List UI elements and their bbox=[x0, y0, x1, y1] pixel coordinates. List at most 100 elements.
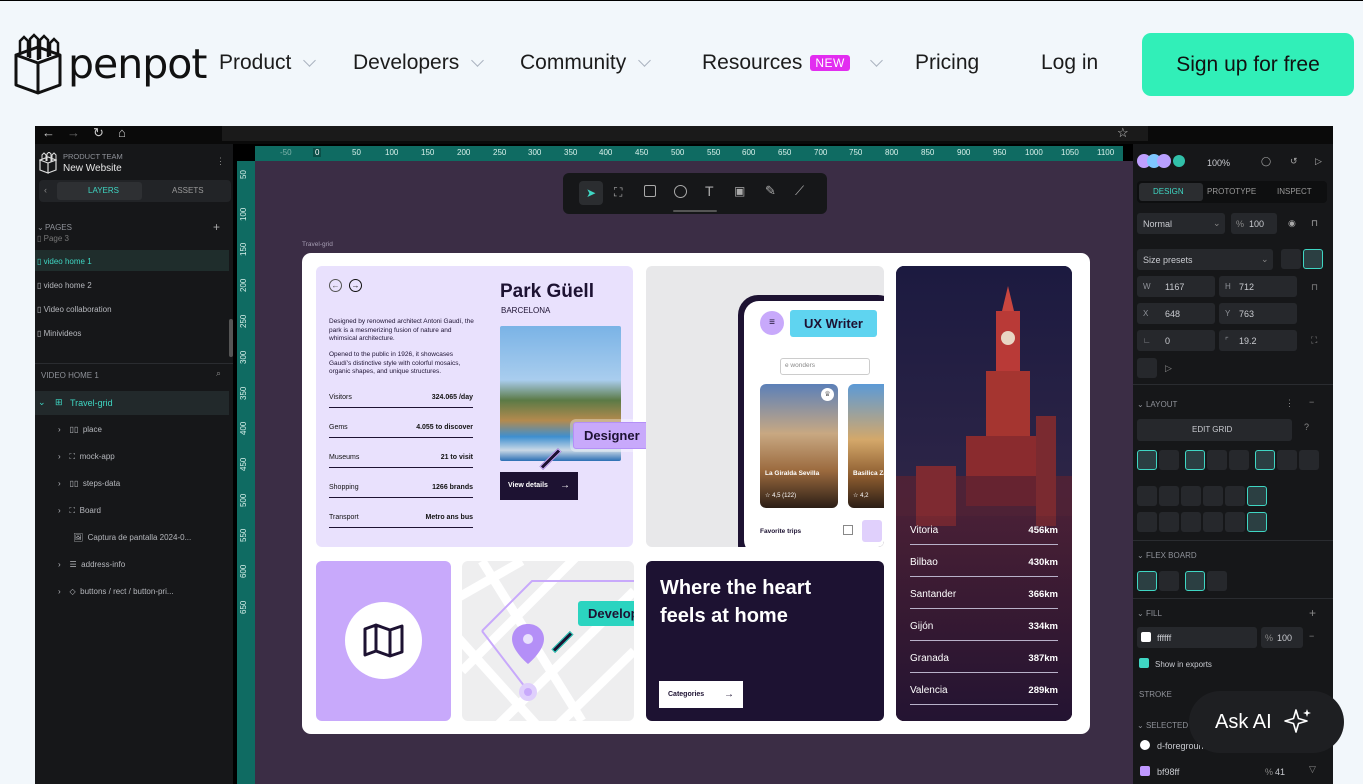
grid-align-icon[interactable] bbox=[1225, 512, 1245, 532]
more-icon[interactable]: ⋮ bbox=[1285, 398, 1294, 409]
add-page-icon[interactable]: + bbox=[213, 220, 220, 234]
nav-pricing[interactable]: Pricing bbox=[915, 51, 979, 75]
landscape-icon[interactable] bbox=[1303, 249, 1323, 269]
grid-align-icon[interactable] bbox=[1181, 512, 1201, 532]
layer-item[interactable]: › ⛶ mock-app bbox=[58, 452, 115, 462]
grid-align-icon[interactable] bbox=[1225, 486, 1245, 506]
layer-item[interactable]: › ▯▯ steps-data bbox=[58, 479, 120, 488]
view-details-button[interactable]: View details → bbox=[500, 472, 578, 500]
fill-opacity-input[interactable]: % 100 bbox=[1261, 627, 1303, 648]
scrollbar[interactable] bbox=[229, 319, 233, 357]
comments-icon[interactable]: ◯ bbox=[1261, 156, 1271, 167]
show-exports-checkbox[interactable] bbox=[1139, 658, 1149, 668]
arrow-right-icon[interactable]: → bbox=[349, 279, 362, 292]
grid-align-icon[interactable] bbox=[1247, 512, 1267, 532]
chevron-down-icon[interactable]: ⌄ bbox=[38, 397, 46, 408]
nav-community[interactable]: Community bbox=[520, 51, 652, 75]
layer-item-selected[interactable] bbox=[35, 391, 229, 415]
select-color-icon[interactable]: ▽ bbox=[1309, 764, 1316, 775]
text-tool-icon[interactable]: T bbox=[705, 183, 714, 199]
page-item[interactable]: ▯ Minivideos bbox=[37, 329, 81, 338]
star-icon[interactable]: ☆ bbox=[1117, 126, 1129, 140]
justify-end-icon[interactable] bbox=[1299, 450, 1319, 470]
fix-width-icon[interactable] bbox=[1137, 571, 1157, 591]
grid-align-icon[interactable] bbox=[1247, 486, 1267, 506]
back-icon[interactable]: ← bbox=[42, 126, 55, 140]
color-swatch[interactable] bbox=[1140, 740, 1150, 750]
mock-app-card[interactable]: ≡ UX Writer e wonders ♕ La Giralda Sevil… bbox=[646, 266, 884, 547]
lock-ratio-icon[interactable]: ⊓ bbox=[1311, 282, 1318, 293]
grid-align-icon[interactable] bbox=[1137, 486, 1157, 506]
board-tool-icon[interactable]: ⛶ bbox=[614, 185, 622, 200]
menu-icon[interactable]: ≡ bbox=[760, 311, 784, 335]
rectangle-tool-icon[interactable] bbox=[644, 185, 656, 197]
url-bar[interactable] bbox=[222, 126, 1148, 141]
grid-align-icon[interactable] bbox=[1181, 486, 1201, 506]
remove-icon[interactable]: − bbox=[1309, 397, 1314, 407]
page-item[interactable]: ▯ Page 3 bbox=[37, 234, 69, 243]
fix-height-icon[interactable] bbox=[1185, 571, 1205, 591]
arrow-left-icon[interactable]: ← bbox=[329, 279, 342, 292]
map-icon-card[interactable] bbox=[316, 561, 451, 721]
portrait-icon[interactable] bbox=[1281, 249, 1301, 269]
radius-input[interactable]: ⌜ 19.2 bbox=[1219, 330, 1297, 351]
clip-content-icon[interactable] bbox=[1137, 358, 1157, 378]
opacity-input[interactable]: % 100 bbox=[1231, 213, 1277, 234]
grid-view-icon[interactable] bbox=[862, 520, 882, 542]
tab-assets[interactable]: ASSETS bbox=[172, 186, 204, 195]
align-center-icon[interactable] bbox=[1207, 450, 1227, 470]
zoom-level[interactable]: 100% bbox=[1207, 158, 1230, 168]
avatar[interactable] bbox=[1157, 154, 1171, 168]
grid-align-icon[interactable] bbox=[1159, 512, 1179, 532]
page-item[interactable]: ▯ video home 2 bbox=[37, 281, 92, 290]
tab-inspect[interactable]: INSPECT bbox=[1277, 187, 1312, 196]
categories-button[interactable]: Categories → bbox=[659, 681, 743, 708]
direction-row-icon[interactable] bbox=[1137, 450, 1157, 470]
pointer-tool-icon[interactable]: ➤ bbox=[579, 181, 603, 205]
width-input[interactable]: W 1167 bbox=[1137, 276, 1215, 297]
history-icon[interactable]: ↺ bbox=[1290, 156, 1298, 167]
eye-icon[interactable]: ◉ bbox=[1288, 218, 1296, 229]
lock-icon[interactable]: ⊓ bbox=[1311, 218, 1318, 229]
place-tile[interactable]: Basilica Zaragoza ☆ 4,2 bbox=[848, 384, 884, 508]
toolbar-handle[interactable] bbox=[673, 210, 717, 212]
size-presets-select[interactable]: Size presets ⌄ bbox=[1137, 249, 1273, 270]
board-label[interactable]: Travel-grid bbox=[302, 241, 333, 248]
edit-grid-button[interactable]: EDIT GRID bbox=[1137, 419, 1292, 441]
forward-icon[interactable]: → bbox=[67, 126, 80, 140]
search-input[interactable]: e wonders bbox=[780, 358, 870, 375]
nav-product[interactable]: Product bbox=[219, 51, 317, 75]
grid-align-icon[interactable] bbox=[1137, 512, 1157, 532]
place-tile[interactable]: ♕ La Giralda Sevilla ☆ 4,5 (122) bbox=[760, 384, 838, 508]
add-fill-icon[interactable]: + bbox=[1309, 606, 1316, 620]
justify-center-icon[interactable] bbox=[1277, 450, 1297, 470]
grid-align-icon[interactable] bbox=[1203, 512, 1223, 532]
layer-item[interactable]: › ☰ address-info bbox=[58, 560, 125, 569]
auto-width-icon[interactable] bbox=[1159, 571, 1179, 591]
color-swatch[interactable] bbox=[1141, 632, 1151, 642]
layer-item[interactable]: › ◇ buttons / rect / button-pri... bbox=[58, 587, 174, 596]
remove-fill-icon[interactable]: − bbox=[1309, 631, 1314, 641]
grid-align-icon[interactable] bbox=[1159, 486, 1179, 506]
auto-height-icon[interactable] bbox=[1207, 571, 1227, 591]
grid-align-icon[interactable] bbox=[1203, 486, 1223, 506]
height-input[interactable]: H 712 bbox=[1219, 276, 1297, 297]
tab-design[interactable]: DESIGN bbox=[1139, 183, 1203, 201]
fill-color-input[interactable]: ffffff bbox=[1137, 627, 1257, 648]
travel-grid-board[interactable]: ← → Park Güell BARCELONA Designed by ren… bbox=[302, 253, 1090, 734]
layer-item[interactable]: 🖼 Captura de pantalla 2024-0... bbox=[73, 533, 191, 542]
chevron-down-icon[interactable]: ⌄ bbox=[37, 223, 44, 232]
search-icon[interactable]: ⌕ bbox=[216, 368, 221, 379]
ellipse-tool-icon[interactable] bbox=[674, 185, 687, 198]
rotation-input[interactable]: ∟ 0 bbox=[1137, 330, 1215, 351]
y-input[interactable]: Y 763 bbox=[1219, 303, 1297, 324]
blend-mode-select[interactable]: Normal ⌄ bbox=[1137, 213, 1225, 234]
x-input[interactable]: X 648 bbox=[1137, 303, 1215, 324]
page-item[interactable]: ▯ Video collaboration bbox=[37, 305, 112, 314]
more-icon[interactable]: ⋮ bbox=[216, 156, 225, 167]
layer-item[interactable]: › ▯▯ place bbox=[58, 425, 102, 434]
play-icon[interactable]: ▷ bbox=[1315, 156, 1322, 167]
color-swatch[interactable] bbox=[1140, 766, 1150, 776]
direction-column-icon[interactable] bbox=[1159, 450, 1179, 470]
park-guell-card[interactable]: ← → Park Güell BARCELONA Designed by ren… bbox=[316, 266, 651, 547]
